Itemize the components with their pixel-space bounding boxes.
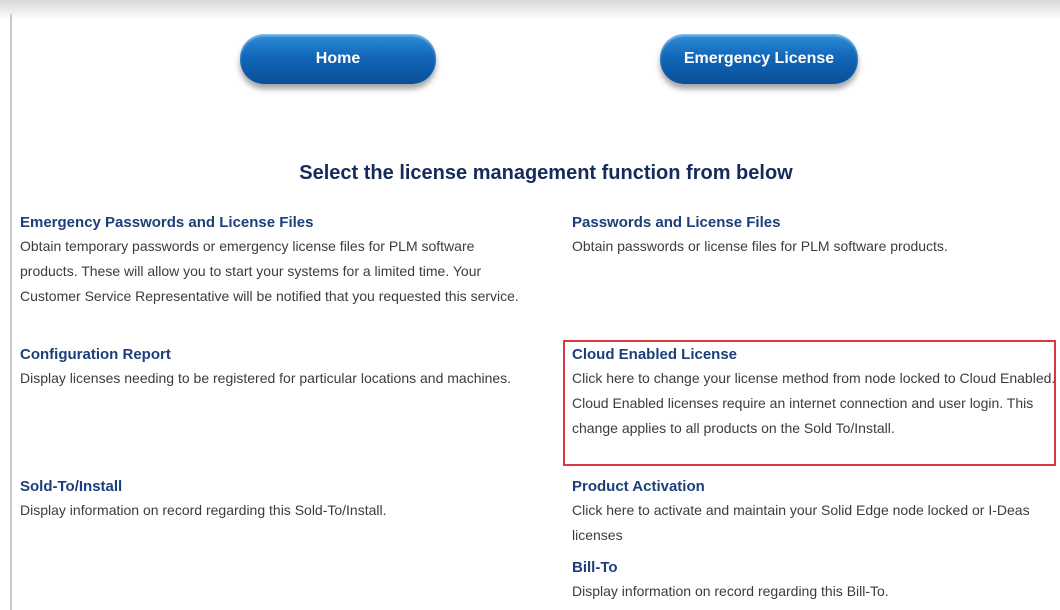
passwords-license-files-description: Obtain passwords or license files for PL… (572, 238, 948, 254)
emergency-passwords-description: Obtain temporary passwords or emergency … (20, 238, 519, 304)
top-shadow (0, 0, 1060, 20)
configuration-report-link[interactable]: Configuration Report (20, 344, 520, 366)
sold-to-install-section: Sold-To/Install Display information on r… (20, 476, 520, 523)
page-heading: Select the license management function f… (299, 162, 793, 184)
left-border (10, 14, 12, 610)
passwords-license-files-link[interactable]: Passwords and License Files (572, 212, 1060, 234)
emergency-license-button[interactable]: Emergency License (660, 34, 858, 84)
configuration-report-section: Configuration Report Display licenses ne… (20, 344, 520, 391)
sold-to-install-link[interactable]: Sold-To/Install (20, 476, 520, 498)
passwords-license-files-section: Passwords and License Files Obtain passw… (572, 212, 1060, 259)
emergency-passwords-link[interactable]: Emergency Passwords and License Files (20, 212, 520, 234)
bill-to-link[interactable]: Bill-To (572, 557, 1060, 579)
sold-to-install-description: Display information on record regarding … (20, 502, 387, 518)
bill-to-description: Display information on record regarding … (572, 583, 889, 599)
cloud-enabled-license-description: Click here to change your license method… (572, 370, 1056, 436)
home-button-label: Home (315, 50, 361, 67)
product-activation-description: Click here to activate and maintain your… (572, 502, 1030, 543)
product-activation-section: Product Activation Click here to activat… (572, 476, 1060, 548)
emergency-license-button-label: Emergency License (683, 50, 835, 67)
configuration-report-description: Display licenses needing to be registere… (20, 370, 512, 386)
bill-to-section: Bill-To Display information on record re… (572, 557, 1060, 604)
emergency-passwords-section: Emergency Passwords and License Files Ob… (20, 212, 520, 309)
cloud-enabled-license-section: Cloud Enabled License Click here to chan… (572, 344, 1060, 441)
home-button[interactable]: Home (240, 34, 436, 84)
cloud-enabled-license-link[interactable]: Cloud Enabled License (572, 344, 1060, 366)
product-activation-link[interactable]: Product Activation (572, 476, 1060, 498)
